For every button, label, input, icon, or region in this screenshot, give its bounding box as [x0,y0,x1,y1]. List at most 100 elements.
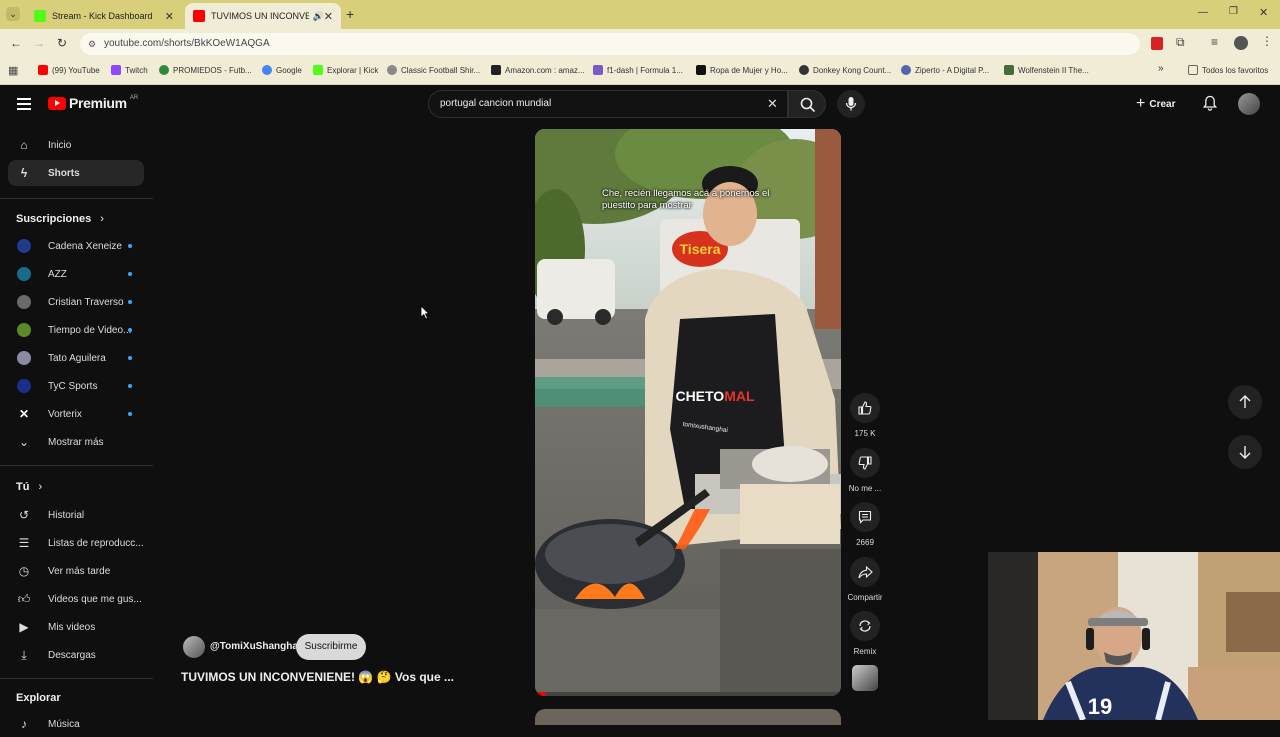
game-favicon-icon [1004,65,1014,75]
media-control-icon[interactable]: ≡ [1211,35,1218,49]
sidebar-item-shorts[interactable]: ϟ Shorts [8,160,144,186]
apps-grid-icon[interactable]: ▦ [8,64,18,77]
bookmark-item[interactable]: f1-dash | Formula 1... [593,65,683,75]
audio-playing-icon[interactable]: 🔊 [313,11,324,22]
sound-thumbnail[interactable] [852,665,878,691]
sidebar-item-historial[interactable]: ↺ Historial [8,502,144,528]
sidebar-item-label: Listas de reproducc... [48,537,144,549]
address-bar[interactable]: ⚙ youtube.com/shorts/BkKOeW1AQGA [80,33,1140,55]
restore-window-icon[interactable]: ❐ [1229,6,1238,17]
search-button[interactable] [788,90,826,118]
chevron-right-icon: › [100,213,104,225]
bookmark-item[interactable]: Twitch [111,65,148,75]
next-short-preview[interactable] [535,709,841,725]
share-arrow-icon [850,557,880,587]
sidebar-item-subscription[interactable]: Cadena Xeneize [8,233,144,259]
bookmark-label: Todos los favoritos [1202,65,1269,75]
bookmark-item[interactable]: Wolfenstein II The... [1004,65,1089,75]
bookmark-item[interactable]: Amazon.com : amaz... [491,65,585,75]
new-content-dot [128,272,132,276]
sidebar-item-subscription[interactable]: AZZ [8,261,144,287]
sidebar-item-subscription[interactable]: TyC Sports [8,373,144,399]
pdf-extension-icon[interactable] [1151,37,1163,50]
show-more-button[interactable]: ⌄ Mostrar más [8,429,144,455]
search-box[interactable]: portugal cancion mundial ✕ [428,90,788,118]
site-info-icon[interactable]: ⚙ [88,33,96,55]
sidebar-item-subscription[interactable]: ✕ Vorterix [8,401,144,427]
short-video-player[interactable]: Tisera CHETOMAL tomixushanghai Che, reci… [535,129,841,696]
youtube-play-logo-icon [48,96,66,110]
profile-avatar[interactable] [1234,36,1248,50]
section-title: Suscripciones [16,213,92,225]
sidebar-item-my-videos[interactable]: ▶ Mis videos [8,614,144,640]
subscriptions-header[interactable]: Suscripciones › [16,213,104,225]
folder-icon [1188,65,1198,75]
sidebar-item-downloads[interactable]: ⤓ Descargas [8,642,144,668]
share-button[interactable]: Compartir [847,557,883,602]
bookmark-item[interactable]: Ziperto - A Digital P... [901,65,989,75]
forward-icon[interactable]: → [33,36,45,50]
account-avatar[interactable] [1238,93,1260,115]
remix-label: Remix [853,647,877,656]
search-input[interactable]: portugal cancion mundial [440,98,551,109]
new-content-dot [128,356,132,360]
browser-menu-icon[interactable]: ⋮ [1261,34,1273,48]
bookmark-item[interactable]: PROMIEDOS - Futb... [159,65,252,75]
previous-short-button[interactable] [1228,385,1262,419]
bookmark-item[interactable]: Google [262,65,302,75]
bookmark-item[interactable]: Donkey Kong Count... [799,65,891,75]
bookmark-item[interactable]: (99) YouTube [38,65,100,75]
short-title[interactable]: TUVIMOS UN INCONVENIENE! 😱 🤔 Vos que ... [181,670,454,684]
van-brand-text: Tisera [680,241,721,257]
sidebar-item-playlists[interactable]: ☰ Listas de reproducc... [8,530,144,556]
reload-icon[interactable]: ↻ [57,36,67,50]
new-tab-button[interactable]: + [346,6,354,22]
kick-favicon-icon [313,65,323,75]
sidebar-item-subscription[interactable]: Tato Aguilera [8,345,144,371]
subscribe-button[interactable]: Suscribirme [296,634,366,660]
bookmark-item[interactable]: Explorar | Kick [313,65,378,75]
mouse-cursor-icon [420,305,430,320]
channel-avatar[interactable] [183,636,205,658]
close-tab-icon[interactable]: ✕ [324,10,333,23]
voice-search-button[interactable] [837,90,865,118]
close-window-icon[interactable]: ✕ [1259,6,1268,19]
sidebar-item-label: Videos que me gus... [48,593,142,605]
create-button[interactable]: + Crear [1136,95,1175,113]
dislike-button[interactable]: No me ... [849,448,881,493]
bookmark-item[interactable]: Classic Football Shir... [387,65,480,75]
channel-handle[interactable]: @TomiXuShanghai [210,641,301,652]
notifications-bell-icon[interactable] [1202,95,1218,116]
you-header[interactable]: Tú › [16,481,42,493]
sidebar-item-music[interactable]: ♪ Música [8,711,144,737]
all-bookmarks-folder[interactable]: Todos los favoritos [1188,65,1268,75]
sidebar-item-inicio[interactable]: ⌂ Inicio [8,132,144,158]
next-short-button[interactable] [1228,435,1262,469]
sidebar-item-label: Ver más tarde [48,565,111,577]
tab-youtube-short[interactable]: TUVIMOS UN INCONVENI 🔊 ✕ [185,3,341,29]
sidebar-item-label: Cadena Xeneize [48,240,122,252]
back-icon[interactable]: ← [10,36,22,50]
sidebar-item-watch-later[interactable]: ◷ Ver más tarde [8,558,144,584]
hamburger-menu-icon[interactable] [17,98,31,110]
extensions-icon[interactable]: ⧉ [1176,35,1185,50]
tab-search-button[interactable]: ⌄ [6,7,20,21]
clear-search-icon[interactable]: ✕ [767,96,778,112]
remix-button[interactable]: Remix [849,611,881,656]
youtube-premium-logo[interactable]: Premium AR [48,95,138,111]
sidebar-item-subscription[interactable]: Tiempo de Video... [8,317,144,343]
sidebar-item-subscription[interactable]: Cristian Traverso [8,289,144,315]
sidebar-item-liked-videos[interactable]: 👍︎ Videos que me gus... [8,586,144,612]
comments-button[interactable]: 2669 [849,502,881,547]
bookmarks-overflow-button[interactable]: » [1158,63,1164,74]
bookmark-item[interactable]: Ropa de Mujer y Ho... [696,65,788,75]
tab-kick-dashboard[interactable]: Stream - Kick Dashboard ✕ [26,3,182,29]
like-button[interactable]: 175 K [849,393,881,438]
minimize-window-icon[interactable]: — [1198,7,1208,18]
sidebar-item-label: Vorterix [48,408,82,420]
sidebar-item-label: Tiempo de Video... [48,324,132,336]
playlist-icon: ☰ [18,536,30,550]
close-tab-icon[interactable]: ✕ [165,10,174,23]
bookmark-label: Ropa de Mujer y Ho... [710,65,788,75]
sidebar-item-label: Cristian Traverso [48,296,124,308]
